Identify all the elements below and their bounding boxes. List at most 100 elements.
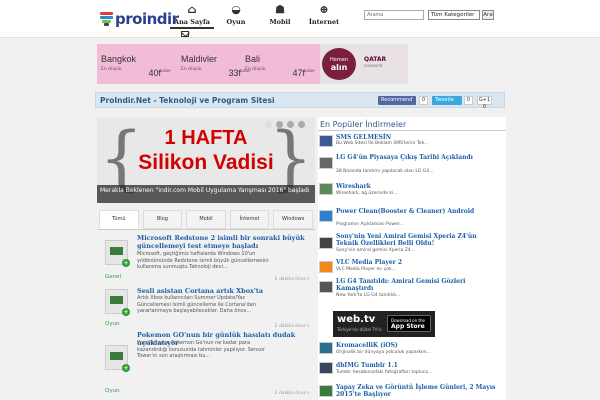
kromacellik-icon xyxy=(319,342,333,354)
lg-g4-thumbnail-icon xyxy=(319,281,333,293)
sidebar-item-title[interactable]: LG G4 Tanıtıldı: Amiral Gemisi Gözleri K… xyxy=(336,278,501,292)
category-select[interactable]: Tüm Kategoriler xyxy=(428,10,480,20)
sidebar-item-title[interactable]: VLC Media Player 2 xyxy=(336,259,501,266)
tweet-button[interactable]: Tweetle xyxy=(432,96,462,105)
tab-all[interactable]: Tümü xyxy=(99,210,139,229)
facebook-count: 0 xyxy=(419,96,428,105)
webtv-ad[interactable]: web.tv Türkiye'nin dijital TV'si Downloa… xyxy=(333,311,435,337)
sidebar-item-desc: New York'ta LG G4 tanıtıldı... xyxy=(336,293,401,298)
slider-dot[interactable] xyxy=(298,121,305,128)
slider-dot[interactable] xyxy=(287,121,294,128)
sidebar-item-title[interactable]: Wireshark xyxy=(336,183,501,190)
slide-headline-1: 1 HAFTA xyxy=(164,127,248,149)
post-item: Sesli asistan Cortana artık Xbox'ta Artı… xyxy=(97,286,315,332)
slider-dots xyxy=(261,121,305,128)
slider-dot[interactable] xyxy=(265,121,272,128)
category-tabs: Tümü Blog Mobil İnternet Windows xyxy=(97,210,315,230)
logo-stripes-icon xyxy=(100,12,113,26)
post-category[interactable]: Oyun xyxy=(105,321,120,327)
tab-internet[interactable]: İnternet xyxy=(229,210,270,229)
airline-logo: QATAR oneworld xyxy=(364,56,386,68)
facebook-recommend-button[interactable]: Recommend xyxy=(378,96,416,105)
sidebar-item-desc: Tumblr hesabınızdaki fotoğrafları topluc… xyxy=(336,370,433,375)
sidebar-item-title[interactable]: KromacelliK (iOS) xyxy=(336,342,501,349)
xperia-thumbnail-icon xyxy=(319,237,333,249)
sidebar-item-title[interactable]: SMS GELMESİN xyxy=(336,134,501,141)
sidebar-item-title[interactable]: Yapay Zeka ve Görüntü İşleme Günleri, 2 … xyxy=(336,384,501,398)
post-title[interactable]: Microsoft Redstone 2 isimli bir sonraki … xyxy=(137,234,309,250)
sidebar-item-desc: VLC Media Player en çok... xyxy=(336,267,396,272)
globe-icon: ⊕ xyxy=(319,3,329,16)
android-icon: ☗ xyxy=(275,3,285,16)
city-name: Bangkok xyxy=(101,54,137,64)
ad-city-maldives: Maldivler En düşük 33fUSD* xyxy=(181,47,251,81)
nav-item-mobile[interactable]: ☗ Mobil xyxy=(258,4,302,29)
sidebar-item-desc: Orijinalik bir dünyaya yolculuk yaparken… xyxy=(336,350,431,355)
search-button[interactable]: Ara xyxy=(482,10,494,20)
tumblr-icon xyxy=(319,362,333,374)
city-price: 40fUSD* xyxy=(148,68,171,78)
sms-app-icon xyxy=(319,135,333,147)
featured-slider[interactable]: { } 1 HAFTA Silikon Vadisi Merakla Bekle… xyxy=(97,117,315,203)
city-price: 47fUSD* xyxy=(292,68,315,78)
ad-cta-button[interactable]: Hemen alın xyxy=(322,48,356,80)
sidebar-item-desc: Wireshark, ağ üzerinde ki... xyxy=(336,191,398,196)
gamepad-icon: ◒ xyxy=(231,3,241,16)
post-thumbnail[interactable] xyxy=(105,240,130,267)
sidebar-item-title[interactable]: LG G4'ün Piyasaya Çıkış Tarihi Açıklandı xyxy=(336,154,501,161)
slider-dot[interactable] xyxy=(276,121,283,128)
slide-headline-2: Silikon Vadisi xyxy=(138,151,274,174)
airline-sub: oneworld xyxy=(364,63,383,68)
nav-label: İnternet xyxy=(308,18,340,26)
site-title: ProIndir.Net - Teknoloji ve Program Site… xyxy=(100,96,275,105)
nav-label: Mobil xyxy=(269,18,291,26)
qatar-ad[interactable]: Hemen alın QATAR oneworld xyxy=(320,44,408,84)
nav-label: Oyun xyxy=(226,18,246,26)
nav-item-games[interactable]: ◒ Oyun xyxy=(214,4,258,29)
ad-city-bali: Bali En düşük 47fUSD* xyxy=(245,47,315,81)
tab-blog[interactable]: Blog xyxy=(142,210,183,229)
post-excerpt: Microsoft, geçtiğimiz haftalarda Windows… xyxy=(137,251,269,270)
sidebar-item-title[interactable]: dbIMG Tumblr 1.1 xyxy=(336,362,501,369)
post-item: Microsoft Redstone 2 isimli bir sonraki … xyxy=(97,232,315,284)
nav-label: Ana Sayfa xyxy=(174,18,210,26)
post-category[interactable]: Genel xyxy=(105,274,121,280)
city-name: Maldivler xyxy=(181,54,218,64)
tweet-count: 0 xyxy=(464,96,473,105)
tab-mobile[interactable]: Mobil xyxy=(186,210,226,229)
post-category[interactable]: Oyun xyxy=(105,388,120,394)
sidebar-item-desc: Sony'nin amiral gemisi Xperia Z4... xyxy=(336,248,415,253)
logo-text: proindir xyxy=(115,10,179,28)
phone-thumbnail-icon xyxy=(319,157,333,169)
webtv-logo: web.tv xyxy=(337,314,376,325)
page: proindir ⌂ Ana Sayfa ◒ Oyun ☗ Mobil ⊕ İn… xyxy=(0,0,600,400)
mail-icon[interactable] xyxy=(181,31,189,37)
wireshark-icon xyxy=(319,183,333,195)
post-item: Pokemon GO'nun bir günlük hasılatı dudak… xyxy=(97,330,315,400)
post-time: 2 dakika önce ⭳ xyxy=(274,391,309,396)
post-excerpt: Artık Xbox kullanıcıları Summer Update/Y… xyxy=(137,295,256,314)
home-icon: ⌂ xyxy=(187,3,197,16)
post-excerpt: Popüler oyun Pokemon Go'nun ne kadar par… xyxy=(137,340,265,359)
city-name: Bali xyxy=(245,54,261,64)
post-title[interactable]: Sesli asistan Cortana artık Xbox'ta xyxy=(137,287,309,295)
search-input[interactable] xyxy=(364,10,424,20)
nav-item-internet[interactable]: ⊕ İnternet xyxy=(302,4,346,29)
post-thumbnail[interactable] xyxy=(105,289,130,316)
sidebar-item-title[interactable]: Power Clean(Booster & Cleaner) Android xyxy=(336,208,501,215)
ai-event-thumbnail-icon xyxy=(319,385,333,397)
post-time: 2 dakika önce ⭳ xyxy=(274,324,309,329)
tab-windows[interactable]: Windows xyxy=(273,210,313,229)
site-header: proindir ⌂ Ana Sayfa ◒ Oyun ☗ Mobil ⊕ İn… xyxy=(0,0,600,38)
app-store-badge[interactable]: Download on the App Store xyxy=(387,315,431,332)
sidebar-heading: En Popüler İndirmeler xyxy=(318,117,506,131)
slide-caption[interactable]: Merakla Beklenen "indir.com Mobil Uygula… xyxy=(97,185,315,203)
sidebar-item-title[interactable]: Sony'nin Yeni Amiral Gemisi Xperia Z4'ün… xyxy=(336,233,501,247)
google-plus-button[interactable]: G+1 0 xyxy=(477,96,492,110)
site-logo[interactable]: proindir xyxy=(100,8,179,30)
post-thumbnail[interactable] xyxy=(105,345,130,372)
power-clean-icon xyxy=(319,210,333,222)
ad-city-bangkok: Bangkok En düşük 40fUSD* xyxy=(101,47,171,81)
nav-item-home[interactable]: ⌂ Ana Sayfa xyxy=(170,4,214,29)
sidebar-item-desc: Bu Web Sitesi İle Beklam SMS'lerini Tek.… xyxy=(336,141,429,146)
